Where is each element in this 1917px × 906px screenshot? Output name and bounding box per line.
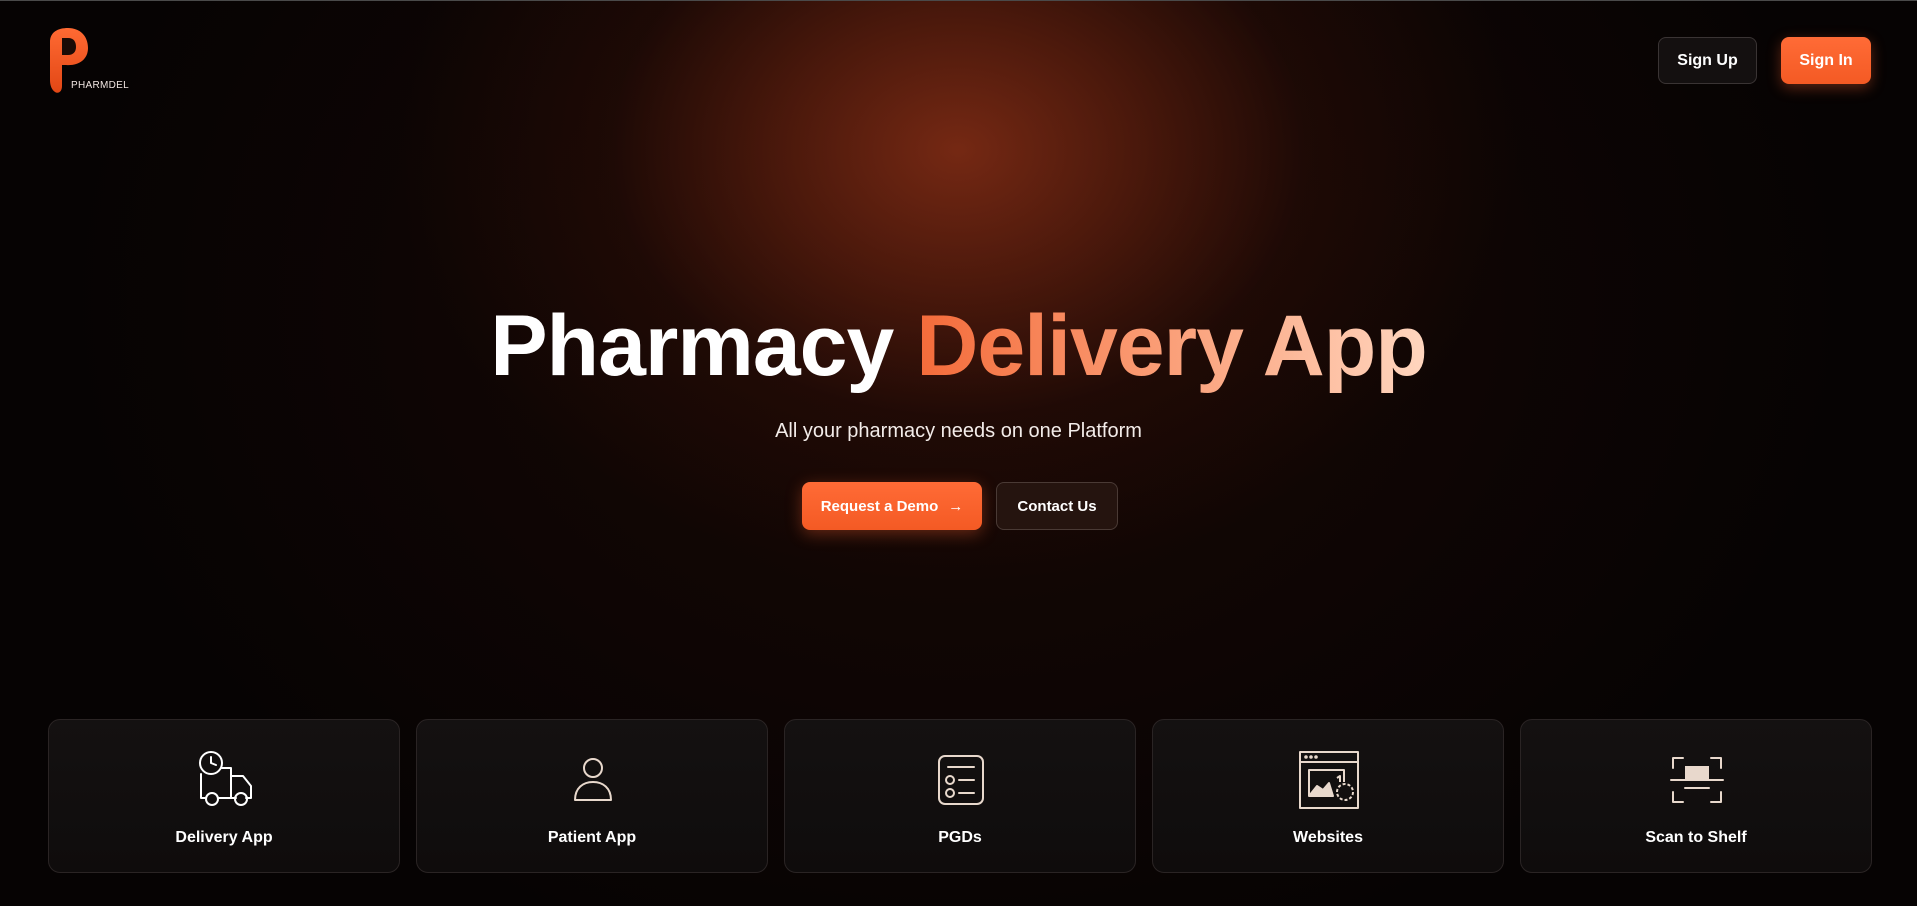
landing-page: PHARMDEL Sign Up Sign In Pharmacy Delive… bbox=[0, 0, 1917, 906]
website-icon bbox=[1299, 751, 1359, 809]
logo-text: PHARMDEL bbox=[71, 80, 129, 91]
contact-us-button[interactable]: Contact Us bbox=[996, 482, 1118, 530]
feature-label: Websites bbox=[1293, 829, 1363, 846]
feature-card-patient-app[interactable]: Patient App bbox=[416, 719, 768, 873]
scan-icon bbox=[1670, 757, 1724, 803]
feature-card-delivery-app[interactable]: Delivery App bbox=[48, 719, 400, 873]
hero-subtitle: All your pharmacy needs on one Platform bbox=[775, 420, 1142, 442]
feature-card-pgds[interactable]: PGDs bbox=[784, 719, 1136, 873]
feature-card-scan-to-shelf[interactable]: Scan to Shelf bbox=[1520, 719, 1872, 873]
feature-card-websites[interactable]: Websites bbox=[1152, 719, 1504, 873]
user-icon bbox=[574, 758, 612, 801]
hero-title: Pharmacy Delivery App bbox=[0, 296, 1917, 396]
feature-label: PGDs bbox=[938, 829, 982, 846]
delivery-truck-icon bbox=[199, 751, 252, 806]
feature-label: Delivery App bbox=[175, 829, 273, 846]
top-border bbox=[0, 0, 1917, 1]
sign-in-button[interactable]: Sign In bbox=[1781, 37, 1871, 84]
hero-title-accent: Delivery App bbox=[916, 298, 1428, 394]
request-demo-label: Request a Demo bbox=[820, 497, 939, 515]
checklist-icon bbox=[938, 755, 984, 805]
sign-up-button[interactable]: Sign Up bbox=[1658, 37, 1757, 84]
hero-title-white: Pharmacy bbox=[490, 298, 894, 394]
arrow-right-icon: → bbox=[948, 497, 964, 515]
feature-label: Scan to Shelf bbox=[1645, 829, 1747, 846]
request-demo-button[interactable]: Request a Demo → bbox=[802, 482, 982, 530]
feature-label: Patient App bbox=[547, 829, 637, 846]
